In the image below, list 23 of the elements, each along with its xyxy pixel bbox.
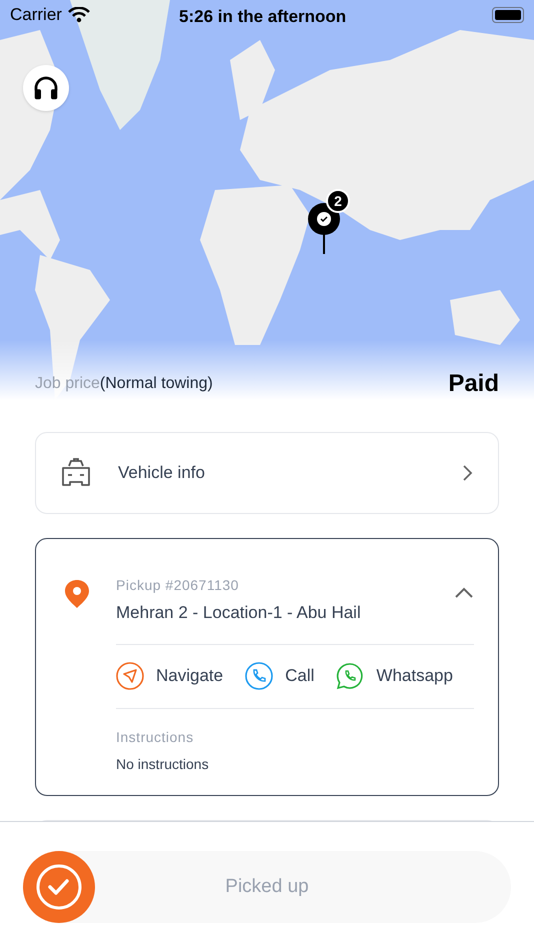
location-pin-icon	[64, 579, 90, 609]
status-time: 5:26 in the afternoon	[179, 6, 346, 28]
pickup-number: Pickup #20671130	[116, 576, 240, 595]
call-button[interactable]: Call	[245, 662, 314, 690]
chevron-right-icon	[462, 464, 474, 482]
swipe-label: Picked up	[225, 874, 309, 899]
service-type: (Normal towing)	[100, 374, 213, 394]
whatsapp-icon	[336, 662, 364, 690]
navigate-icon	[116, 662, 144, 690]
pickup-address: Mehran 2 - Location-1 - Abu Hail	[116, 602, 361, 624]
carrier-label: Carrier	[10, 4, 62, 26]
job-price-label: Job price	[35, 374, 100, 394]
payment-status: Paid	[448, 369, 499, 399]
car-icon	[60, 458, 92, 488]
instructions-text: No instructions	[116, 754, 210, 774]
wifi-icon	[68, 7, 90, 23]
navigate-button[interactable]: Navigate	[116, 662, 224, 690]
battery-icon	[492, 7, 524, 23]
instructions-label: Instructions	[116, 728, 195, 746]
whatsapp-button[interactable]: Whatsapp	[336, 662, 453, 690]
vehicle-info-card[interactable]: Vehicle info	[35, 432, 499, 514]
collapse-button[interactable]	[454, 587, 474, 599]
phone-icon	[245, 662, 274, 690]
